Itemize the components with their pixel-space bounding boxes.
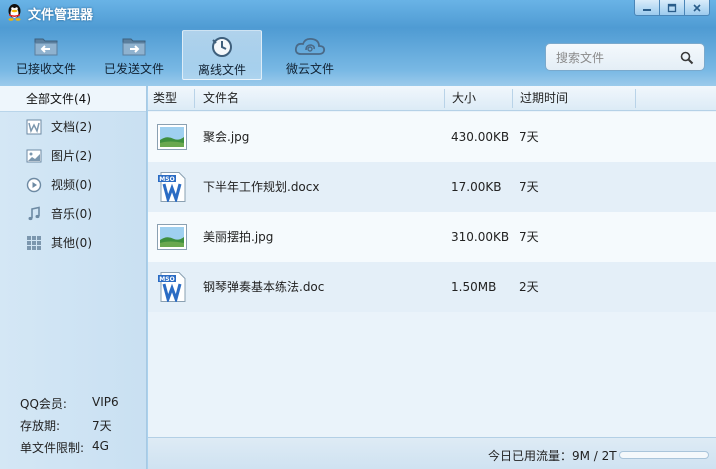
file-limit-info: 单文件限制: 4G (20, 439, 109, 456)
qq-penguin-icon (8, 4, 21, 21)
file-size: 17.00KB (451, 180, 502, 194)
grid-icon (26, 235, 42, 251)
minimize-button[interactable] (634, 0, 660, 16)
table-header: 类型 文件名 大小 过期时间 (148, 86, 716, 111)
sidebar-item-all-files[interactable]: 全部文件(4) (0, 86, 146, 112)
file-name: 钢琴弹奏基本练法.doc (203, 280, 325, 294)
column-divider[interactable] (635, 89, 636, 108)
sidebar: 全部文件(4) 文档(2) 图片(2) 视频(0) 音乐(0) 其他(0) QQ… (0, 86, 147, 469)
tab-sent-files[interactable]: 已发送文件 (94, 30, 174, 80)
minimize-icon (643, 8, 651, 11)
file-size: 310.00KB (451, 230, 510, 244)
traffic-usage-text: 今日已用流量：9M / 2T (488, 449, 617, 463)
close-button[interactable] (684, 0, 710, 16)
info-label: 单文件限制: (20, 441, 85, 455)
svg-text:MSO: MSO (159, 176, 174, 183)
info-value: 7天 (92, 419, 112, 433)
cloud-icon (294, 37, 326, 55)
music-note-icon (26, 206, 42, 222)
info-value: 4G (92, 439, 109, 453)
image-icon (26, 148, 42, 164)
table-row[interactable]: 美丽摆拍.jpg 310.00KB 7天 (148, 212, 716, 262)
file-name: 聚会.jpg (203, 130, 250, 144)
sidebar-item-videos[interactable]: 视频(0) (26, 174, 92, 196)
file-list: 类型 文件名 大小 过期时间 聚会.jpg 430.00KB 7天 MSO 下半… (148, 86, 716, 437)
tab-weiyun-files[interactable]: 微云文件 (270, 30, 350, 80)
file-expiry: 7天 (519, 130, 539, 144)
info-label: QQ会员: (20, 397, 67, 411)
jpg-file-icon (157, 124, 187, 150)
tab-offline-files[interactable]: 离线文件 (182, 30, 262, 80)
file-name: 下半年工作规划.docx (203, 180, 320, 194)
maximize-button[interactable] (659, 0, 685, 16)
info-label: 存放期: (20, 419, 61, 433)
file-size: 1.50MB (451, 280, 497, 294)
search-input[interactable] (556, 49, 676, 67)
search-box[interactable] (545, 43, 705, 71)
folder-upload-icon (122, 38, 146, 56)
sidebar-item-other[interactable]: 其他(0) (26, 232, 92, 254)
info-value: VIP6 (92, 395, 119, 409)
status-bar: 今日已用流量：9M / 2T (148, 437, 716, 469)
sidebar-item-label: 图片(2) (51, 149, 92, 163)
folder-download-icon (34, 38, 58, 56)
tab-received-files[interactable]: 已接收文件 (6, 30, 86, 80)
column-expiry[interactable]: 过期时间 (515, 86, 568, 111)
title-bar: 文件管理器 (0, 0, 716, 24)
tab-label: 已发送文件 (103, 62, 164, 76)
traffic-progress-bar (619, 451, 709, 459)
window-title: 文件管理器 (28, 8, 94, 23)
file-manager-window: 文件管理器 已接收文件 已发送文件 离线文件 微云文件 搜索文件 全部文件(4)… (0, 0, 716, 469)
column-divider[interactable] (194, 89, 195, 108)
table-row[interactable]: MSO 下半年工作规划.docx 17.00KB 7天 (148, 162, 716, 212)
sidebar-item-music[interactable]: 音乐(0) (26, 203, 92, 225)
sidebar-item-label: 文档(2) (51, 120, 92, 134)
file-size: 430.00KB (451, 130, 510, 144)
file-expiry: 7天 (519, 180, 539, 194)
window-controls (634, 0, 710, 16)
play-icon (26, 177, 42, 193)
word-file-icon: MSO (158, 172, 186, 202)
table-row[interactable]: MSO 钢琴弹奏基本练法.doc 1.50MB 2天 (148, 262, 716, 312)
maximize-icon (667, 3, 677, 12)
document-icon (26, 119, 42, 135)
sidebar-item-label: 其他(0) (51, 236, 92, 250)
jpg-file-icon (157, 224, 187, 250)
column-divider[interactable] (444, 89, 445, 108)
tab-label: 离线文件 (197, 63, 246, 77)
vip-info: QQ会员: VIP6 (20, 395, 119, 412)
file-expiry: 7天 (519, 230, 539, 244)
column-size[interactable]: 大小 (447, 86, 476, 111)
table-row[interactable]: 聚会.jpg 430.00KB 7天 (148, 112, 716, 162)
file-expiry: 2天 (519, 280, 539, 294)
sidebar-item-documents[interactable]: 文档(2) (26, 116, 92, 138)
column-type[interactable]: 类型 (148, 86, 177, 111)
search-icon[interactable] (680, 51, 694, 65)
tab-label: 微云文件 (285, 62, 334, 76)
tab-label: 已接收文件 (15, 62, 76, 76)
sidebar-item-label: 音乐(0) (51, 207, 92, 221)
sidebar-item-label: 视频(0) (51, 178, 92, 192)
sidebar-item-images[interactable]: 图片(2) (26, 145, 92, 167)
retention-info: 存放期: 7天 (20, 417, 112, 434)
close-icon (693, 3, 701, 12)
svg-text:MSO: MSO (159, 276, 174, 283)
column-name[interactable]: 文件名 (198, 86, 239, 111)
column-divider[interactable] (512, 89, 513, 108)
file-name: 美丽摆拍.jpg (203, 230, 274, 244)
clock-icon (212, 37, 232, 57)
word-file-icon: MSO (158, 272, 186, 302)
